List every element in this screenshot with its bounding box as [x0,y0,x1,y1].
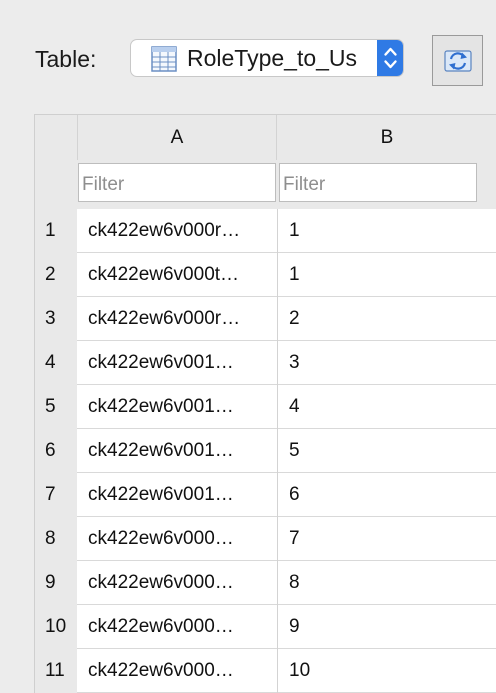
table-row[interactable]: 1 ck422ew6v000r… 1 [35,209,496,253]
cell-a[interactable]: ck422ew6v000r… [88,209,271,253]
cell-b[interactable]: 1 [289,209,489,253]
table-row[interactable]: 2 ck422ew6v000t… 1 [35,253,496,297]
cell-b[interactable]: 3 [289,341,489,385]
cell-b[interactable]: 6 [289,473,489,517]
row-number[interactable]: 8 [35,517,77,561]
column-divider[interactable] [277,209,278,693]
table-row[interactable]: 9 ck422ew6v000… 8 [35,561,496,605]
grid-rows: 1 ck422ew6v000r… 1 2 ck422ew6v000t… 1 3 ck422… [35,209,496,693]
cell-a[interactable]: ck422ew6v001… [88,473,271,517]
toolbar: Table: RoleType_to_Us [0,0,496,112]
row-number[interactable]: 9 [35,561,77,605]
cell-a[interactable]: ck422ew6v000… [88,561,271,605]
row-number[interactable]: 6 [35,429,77,473]
table-row[interactable]: 6 ck422ew6v001… 5 [35,429,496,473]
selected-table-name: RoleType_to_Us [187,45,358,71]
cell-b[interactable]: 5 [289,429,489,473]
row-number[interactable]: 5 [35,385,77,429]
data-grid: A B 1ck422ew6v000r…1 2ck422ew6v000t…1 3c… [34,114,496,693]
grid-corner [35,115,77,209]
refresh-icon [444,50,472,72]
cell-a[interactable]: ck422ew6v000t… [88,253,271,297]
cell-a[interactable]: ck422ew6v000… [88,517,271,561]
table-row[interactable]: 4 ck422ew6v001… 3 [35,341,496,385]
cell-b[interactable]: 4 [289,385,489,429]
cell-b[interactable]: 10 [289,649,489,693]
row-number[interactable]: 7 [35,473,77,517]
row-number[interactable]: 2 [35,253,77,297]
row-number[interactable]: 4 [35,341,77,385]
cell-a[interactable]: ck422ew6v000… [88,649,271,693]
row-number[interactable]: 1 [35,209,77,253]
cell-a[interactable]: ck422ew6v001… [88,341,271,385]
cell-a[interactable]: ck422ew6v000r… [88,297,271,341]
table-row[interactable]: 7 ck422ew6v001… 6 [35,473,496,517]
cell-b[interactable]: 2 [289,297,489,341]
table-row[interactable]: 5 ck422ew6v001… 4 [35,385,496,429]
filter-input-a[interactable] [78,163,276,202]
row-number[interactable]: 3 [35,297,77,341]
cell-a[interactable]: ck422ew6v000… [88,605,271,649]
column-header-a[interactable]: A [77,115,277,160]
table-row[interactable]: 8 ck422ew6v000… 7 [35,517,496,561]
chevron-up-down-icon[interactable] [377,40,403,76]
refresh-button[interactable] [432,35,483,86]
table-row[interactable]: 3 ck422ew6v000r… 2 [35,297,496,341]
cell-a[interactable]: ck422ew6v001… [88,385,271,429]
cell-b[interactable]: 8 [289,561,489,605]
table-row[interactable]: 10 ck422ew6v000… 9 [35,605,496,649]
column-header-b[interactable]: B [277,115,496,160]
cell-b[interactable]: 1 [289,253,489,297]
filter-input-b[interactable] [279,163,477,202]
row-number[interactable]: 11 [35,649,77,693]
row-number[interactable]: 10 [35,605,77,649]
table-row[interactable]: 11 ck422ew6v000… 10 [35,649,496,693]
cell-b[interactable]: 7 [289,517,489,561]
table-select[interactable]: RoleType_to_Us [130,39,404,77]
cell-b[interactable]: 9 [289,605,489,649]
cell-a[interactable]: ck422ew6v001… [88,429,271,473]
table-label: Table: [35,46,97,72]
table-icon [151,46,177,72]
